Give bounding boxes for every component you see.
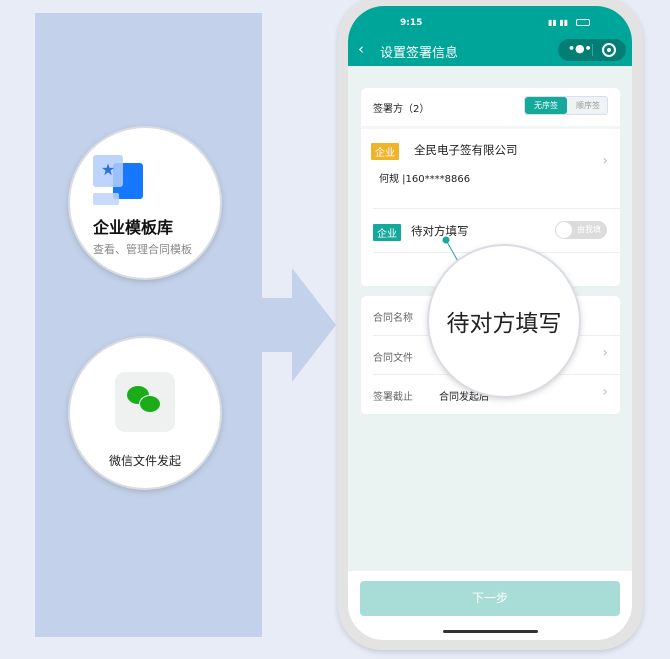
template-library-subtitle: 查看、管理合同模板 <box>93 243 192 256</box>
mode-unordered[interactable]: 无序签 <box>525 97 567 114</box>
template-star-icon: ★ <box>93 155 143 205</box>
status-time: 9:15 <box>400 18 423 28</box>
arrow-right-icon <box>262 268 336 382</box>
signal-icon: ▮▮ ▮▮ <box>548 18 569 27</box>
enterprise-tag: 企业 <box>371 143 399 160</box>
chevron-right-icon: › <box>602 345 608 361</box>
magnifier-text: 待对方填写 <box>446 311 562 337</box>
home-indicator <box>443 630 538 633</box>
chevron-right-icon: › <box>602 153 608 169</box>
template-library-title: 企业模板库 <box>93 218 174 237</box>
more-icon[interactable]: •●• <box>568 42 592 55</box>
wechat-initiate-label: 微信文件发起 <box>108 454 181 468</box>
signer-row[interactable]: 企业 全民电子签有限公司 何规 |160****8866 › <box>361 126 620 206</box>
signer-contact: 何规 |160****8866 <box>379 174 471 185</box>
fill-by-me-toggle[interactable]: 由我填 <box>555 221 607 239</box>
back-icon[interactable]: ‹ <box>358 40 364 58</box>
chevron-right-icon: › <box>602 384 608 400</box>
battery-icon <box>576 19 590 26</box>
enterprise-tag: 企业 <box>373 224 401 241</box>
magnifier-callout: 待对方填写 <box>429 246 579 396</box>
toggle-label: 由我填 <box>577 225 601 234</box>
wechat-initiate-card[interactable]: 微信文件发起 <box>70 338 220 488</box>
signers-label: 签署方（2） <box>373 104 430 115</box>
signer-name: 全民电子签有限公司 <box>414 143 518 157</box>
wechat-icon <box>115 372 175 432</box>
template-library-card[interactable]: ★ 企业模板库 查看、管理合同模板 <box>70 128 220 278</box>
page-title: 设置签署信息 <box>380 46 459 61</box>
capsule-menu: •●• <box>558 39 626 61</box>
header: 9:15 ▮▮ ▮▮ ‹ 设置签署信息 •●• <box>348 6 632 66</box>
left-panel <box>35 13 262 637</box>
mode-ordered[interactable]: 顺序签 <box>567 97 609 114</box>
sign-mode-toggle: 无序签 顺序签 <box>524 96 608 115</box>
close-mini-program-icon[interactable] <box>602 43 616 57</box>
next-button[interactable]: 下一步 <box>360 581 620 616</box>
